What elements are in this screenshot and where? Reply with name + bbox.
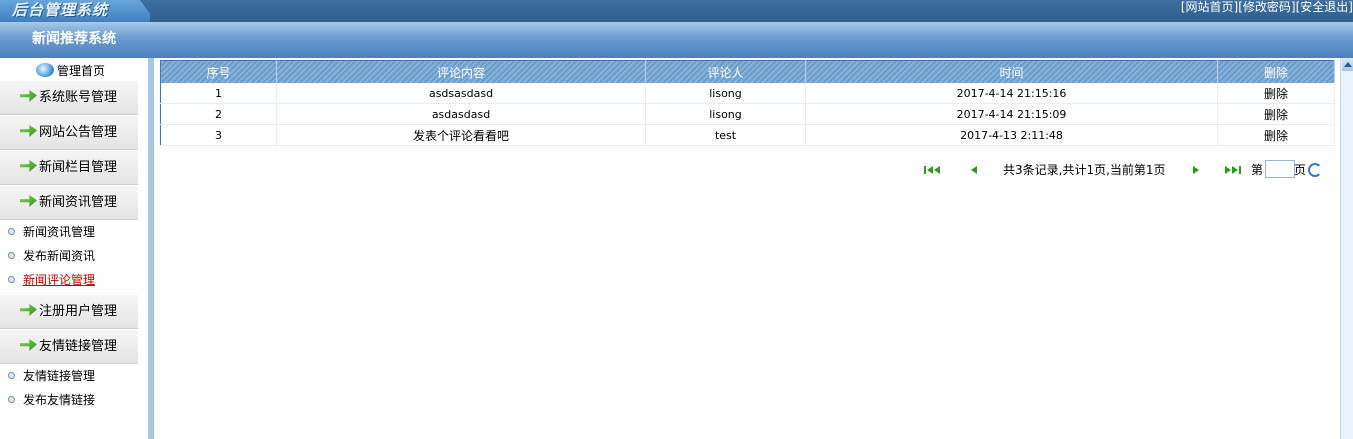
sidebar-home-label: 管理首页 (57, 64, 106, 78)
sidebar-item-label: 发布新闻资讯 (23, 249, 96, 263)
sidebar-item-comment-manage[interactable]: 新闻评论管理 (0, 268, 95, 292)
first-page-icon (934, 166, 940, 174)
sidebar-item-label: 发布友情链接 (23, 393, 96, 407)
sidebar-item-news-publish[interactable]: 发布新闻资讯 (0, 244, 95, 268)
sidebar-group-news[interactable]: 新闻资讯管理 (0, 185, 138, 220)
sidebar-group-category[interactable]: 新闻栏目管理 (0, 150, 138, 185)
cell-content: asdasdasd (276, 103, 646, 125)
column-header-index: 序号 (160, 60, 277, 83)
page-number-input[interactable] (1265, 160, 1295, 178)
first-page-button[interactable] (924, 165, 944, 175)
arrow-icon (20, 125, 37, 137)
cell-time: 2017-4-14 21:15:16 (805, 83, 1218, 104)
table-row: 2 asdasdasd lisong 2017-4-14 21:15:09 删除 (160, 103, 1335, 125)
top-bar: 后台管理系统 [网站首页][修改密码][安全退出] (0, 0, 1353, 22)
sidebar-group-label: 新闻资讯管理 (39, 195, 118, 210)
delete-link[interactable]: 删除 (1217, 103, 1335, 125)
sidebar-group-label: 注册用户管理 (39, 304, 118, 319)
logo-text: 后台管理系统 (12, 1, 109, 19)
delete-link[interactable]: 删除 (1217, 83, 1335, 104)
sidebar-group-label: 友情链接管理 (39, 339, 118, 354)
cell-content: asdsasdasd (276, 83, 646, 104)
sidebar-group-label: 系统账号管理 (39, 90, 118, 105)
cell-author: lisong (645, 83, 806, 104)
cell-author: test (645, 124, 806, 146)
table-row: 1 asdsasdasd lisong 2017-4-14 21:15:16 删… (160, 83, 1335, 104)
cell-index: 2 (160, 103, 277, 125)
bullet-icon (8, 276, 15, 283)
main-content: 序号 评论内容 评论人 时间 删除 1 asdsasdasd lisong 20… (154, 58, 1340, 439)
column-header-time: 时间 (805, 60, 1218, 83)
sidebar-group-notice[interactable]: 网站公告管理 (0, 115, 138, 150)
sidebar-item-links-manage[interactable]: 友情链接管理 (0, 364, 95, 388)
prev-page-button[interactable] (969, 165, 979, 175)
globe-icon (36, 63, 54, 77)
sidebar-group-account[interactable]: 系统账号管理 (0, 80, 138, 115)
link-logout[interactable]: [安全退出] (1296, 0, 1353, 14)
sidebar-item-label: 新闻资讯管理 (23, 225, 96, 239)
cell-author: lisong (645, 103, 806, 125)
sidebar-group-label: 新闻栏目管理 (39, 160, 118, 175)
first-page-icon (924, 166, 926, 174)
prev-page-icon (971, 166, 977, 174)
section-title: 新闻推荐系统 (32, 31, 116, 47)
sidebar-item-links-publish[interactable]: 发布友情链接 (0, 388, 95, 412)
sidebar: 管理首页 系统账号管理 网站公告管理 新闻栏目管理 新闻资讯管理 新闻资讯管理 … (0, 58, 154, 439)
bullet-icon (8, 228, 15, 235)
pagination: 共3条记录,共计1页,当前第1页 第 页 (924, 160, 1324, 180)
bullet-icon (8, 396, 15, 403)
arrow-icon (20, 160, 37, 172)
table-row: 3 发表个评论看看吧 test 2017-4-13 2:11:48 删除 (160, 124, 1335, 146)
scroll-up-icon[interactable] (1342, 58, 1353, 71)
arrow-icon (20, 304, 37, 316)
next-page-button[interactable] (1191, 165, 1201, 175)
link-change-password[interactable]: [修改密码] (1238, 0, 1295, 14)
pager-summary: 共3条记录,共计1页,当前第1页 (1003, 163, 1166, 177)
column-header-content: 评论内容 (276, 60, 646, 83)
sidebar-item-label: 新闻评论管理 (23, 273, 96, 287)
table-header-row: 序号 评论内容 评论人 时间 删除 (160, 60, 1335, 83)
cell-time: 2017-4-14 21:15:09 (805, 103, 1218, 125)
sidebar-group-label: 网站公告管理 (39, 125, 118, 140)
delete-link[interactable]: 删除 (1217, 124, 1335, 146)
arrow-icon (20, 339, 37, 351)
last-page-icon (1232, 166, 1238, 174)
header-links: [网站首页][修改密码][安全退出] (1181, 0, 1353, 14)
cell-index: 3 (160, 124, 277, 146)
next-page-icon (1193, 166, 1199, 174)
vertical-scrollbar[interactable] (1340, 58, 1353, 439)
last-page-button[interactable] (1225, 165, 1245, 175)
link-site-home[interactable]: [网站首页] (1181, 0, 1238, 14)
column-header-delete: 删除 (1217, 60, 1335, 83)
bullet-icon (8, 372, 15, 379)
column-header-author: 评论人 (645, 60, 806, 83)
sidebar-group-users[interactable]: 注册用户管理 (0, 294, 138, 329)
sidebar-home[interactable]: 管理首页 (36, 60, 105, 80)
cell-content: 发表个评论看看吧 (276, 124, 646, 146)
sidebar-item-label: 友情链接管理 (23, 369, 96, 383)
sidebar-item-news-manage[interactable]: 新闻资讯管理 (0, 220, 95, 244)
last-page-icon (1225, 166, 1231, 174)
bullet-icon (8, 252, 15, 259)
last-page-icon (1239, 166, 1241, 174)
logo: 后台管理系统 (0, 0, 150, 22)
arrow-icon (20, 90, 37, 102)
first-page-icon (927, 166, 933, 174)
sidebar-group-links[interactable]: 友情链接管理 (0, 329, 138, 364)
comments-table: 序号 评论内容 评论人 时间 删除 1 asdsasdasd lisong 20… (160, 60, 1335, 146)
goto-prefix: 第 (1251, 163, 1264, 177)
title-band: 新闻推荐系统 (0, 22, 1353, 58)
cell-index: 1 (160, 83, 277, 104)
go-refresh-icon[interactable] (1308, 163, 1322, 177)
goto-suffix: 页 (1294, 163, 1307, 177)
cell-time: 2017-4-13 2:11:48 (805, 124, 1218, 146)
arrow-icon (20, 195, 37, 207)
